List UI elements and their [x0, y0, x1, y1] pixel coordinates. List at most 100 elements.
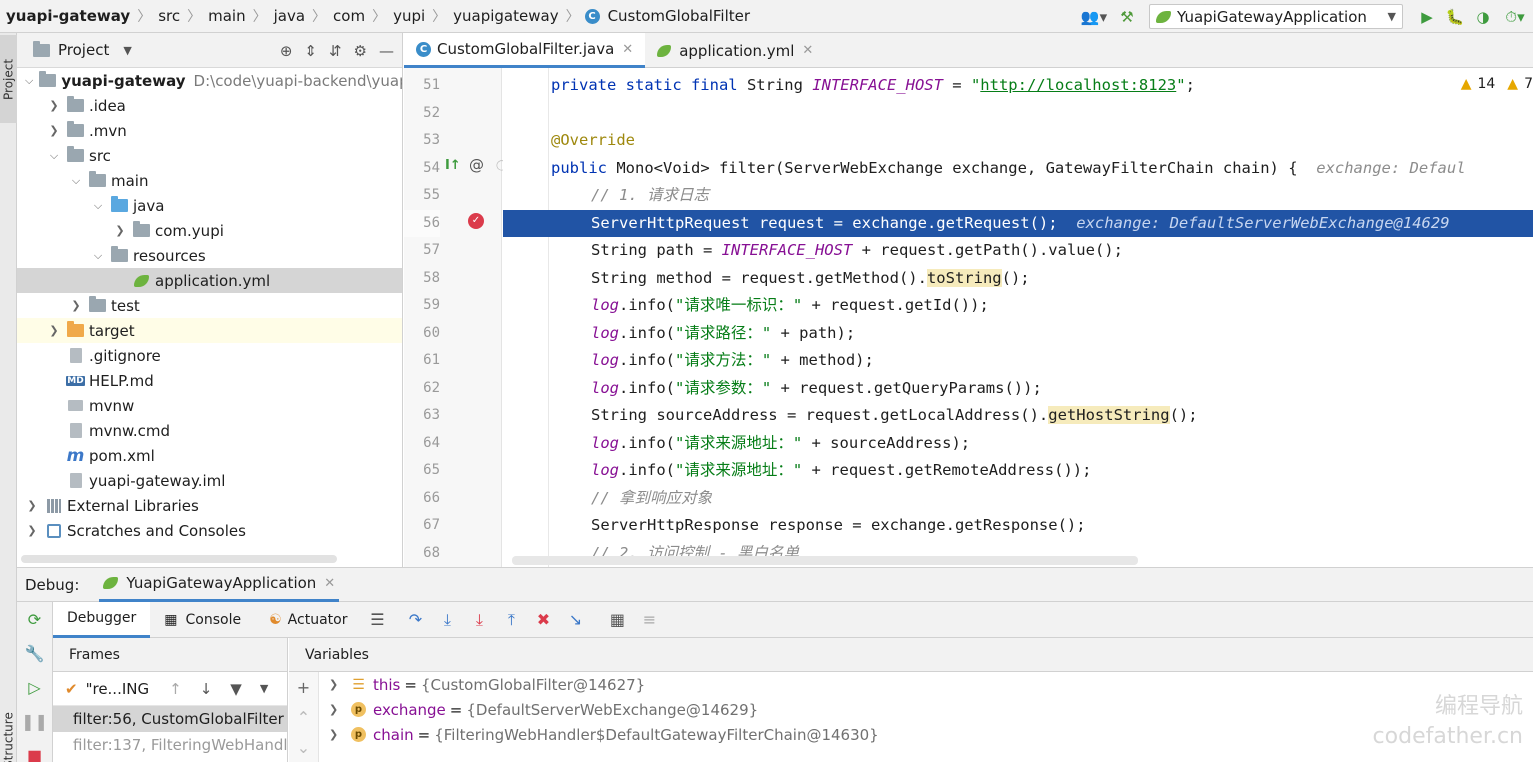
tree-item-application-yml[interactable]: application.yml [17, 268, 402, 293]
add-watch-icon[interactable]: + [289, 672, 318, 702]
chevron-right-icon[interactable]: ❯ [25, 524, 39, 537]
breakpoint-icon[interactable]: ✓ [468, 213, 484, 229]
tree-item-pom[interactable]: m pom.xml [17, 443, 402, 468]
breadcrumb-yuapigateway[interactable]: yuapigateway [451, 7, 560, 25]
chevron-down-icon[interactable]: ▼ [260, 682, 268, 695]
stack-frame[interactable]: filter:137, FilteringWebHandle [53, 732, 287, 758]
breadcrumb-yupi[interactable]: yupi [391, 7, 427, 25]
close-icon[interactable]: ✕ [324, 576, 335, 591]
pause-icon[interactable]: ❚❚ [17, 704, 52, 738]
profile-icon[interactable]: ⏱▾ [1497, 3, 1533, 31]
variable-row[interactable]: ❯ ☰ this = {CustomGlobalFilter@14627} [329, 672, 645, 697]
chevron-right-icon[interactable]: ❯ [47, 124, 61, 137]
tab-console[interactable]: ▦ Console [150, 602, 255, 638]
stop-icon[interactable]: ■ [17, 738, 52, 762]
code-warning-highlight[interactable]: getHostString [1048, 406, 1170, 424]
chevron-right-icon[interactable]: ❯ [113, 224, 127, 237]
chevron-down-icon[interactable]: ⌵ [25, 74, 33, 88]
variable-row[interactable]: ❯ p exchange = {DefaultServerWebExchange… [329, 697, 758, 722]
gear-icon[interactable]: ⚙ [354, 42, 367, 60]
expand-all-icon[interactable]: ⇕ [304, 42, 317, 60]
tree-item-mvnw[interactable]: mvnw [17, 393, 402, 418]
step-out-icon[interactable]: ⤒ [495, 602, 527, 638]
run-icon[interactable]: ▶ [1413, 3, 1441, 31]
arrow-up-icon[interactable]: ↑ [169, 680, 182, 698]
chevron-right-icon[interactable]: ❯ [329, 703, 345, 716]
chevron-down-icon[interactable]: ⌵ [47, 149, 61, 163]
tree-item-java[interactable]: ⌵ java [17, 193, 402, 218]
tab-custom-global-filter[interactable]: C CustomGlobalFilter.java ✕ [404, 33, 646, 68]
chevron-down-icon[interactable]: ▼ [123, 44, 131, 57]
tree-item-help-md[interactable]: MD HELP.md [17, 368, 402, 393]
inspection-widget[interactable]: ▲ 14 ▲ 7 [1456, 76, 1533, 92]
tree-item-gitignore[interactable]: .gitignore [17, 343, 402, 368]
tree-item-scratches[interactable]: ❯ Scratches and Consoles [17, 518, 402, 543]
breadcrumb-com[interactable]: com [331, 7, 367, 25]
tree-item-external-libraries[interactable]: ❯ External Libraries [17, 493, 402, 518]
thread-selector[interactable]: ✔ "re...ING ↑ ↓ ▼ ▼ [53, 672, 287, 706]
tree-item-mvnw-cmd[interactable]: mvnw.cmd [17, 418, 402, 443]
tree-item-root[interactable]: ⌵ yuapi-gateway D:\code\yuapi-backend\yu… [17, 68, 402, 93]
locate-icon[interactable]: ⊕ [280, 42, 293, 60]
tree-item-idea[interactable]: ❯ .idea [17, 93, 402, 118]
tree-item-iml[interactable]: yuapi-gateway.iml [17, 468, 402, 493]
arrow-down-icon[interactable]: ↓ [200, 680, 213, 698]
code-url-link[interactable]: http://localhost:8123 [980, 76, 1176, 94]
breadcrumb-main[interactable]: main [206, 7, 247, 25]
chevron-right-icon[interactable]: ❯ [329, 678, 345, 691]
chevron-right-icon[interactable]: ❯ [47, 99, 61, 112]
build-hammer-icon[interactable]: ⚒ [1113, 3, 1141, 31]
step-into-icon[interactable]: ⤓ [431, 602, 463, 638]
tree-item-target[interactable]: ❯ target [17, 318, 402, 343]
resume-icon[interactable]: ▷ [17, 670, 52, 704]
chevron-down-icon[interactable]: ⌵ [91, 249, 105, 263]
step-over-icon[interactable]: ↷ [399, 602, 431, 638]
project-panel-title[interactable]: Project [58, 41, 109, 59]
hide-icon[interactable]: — [379, 42, 394, 60]
code-warning-highlight[interactable]: toString [926, 268, 1002, 287]
tree-item-main[interactable]: ⌵ main [17, 168, 402, 193]
force-step-into-icon[interactable]: ⤓ [463, 602, 495, 638]
drop-frame-icon[interactable]: ✖ [527, 602, 559, 638]
chevron-right-icon[interactable]: ❯ [69, 299, 83, 312]
scroll-up-icon[interactable]: ⌃ [289, 702, 318, 732]
tab-actuator[interactable]: ☯ Actuator [255, 602, 361, 638]
chevron-right-icon[interactable]: ❯ [25, 499, 39, 512]
tab-application-yml[interactable]: application.yml ✕ [645, 33, 825, 68]
editor-horizontal-scrollbar[interactable] [512, 556, 1138, 565]
rerun-icon[interactable]: ⟳ [17, 602, 52, 636]
run-configuration-select[interactable]: YuapiGatewayApplication ▼ [1149, 4, 1403, 29]
user-icon[interactable]: 👥▾ [1075, 3, 1113, 31]
stack-frame[interactable]: filter:56, CustomGlobalFilter ( [53, 706, 287, 732]
tree-item-src[interactable]: ⌵ src [17, 143, 402, 168]
tree-item-package[interactable]: ❯ com.yupi [17, 218, 402, 243]
horizontal-scrollbar[interactable] [21, 555, 337, 563]
run-to-cursor-icon[interactable]: ↘ [559, 602, 591, 638]
chevron-down-icon[interactable]: ⌵ [69, 174, 83, 188]
tab-debugger[interactable]: Debugger [53, 601, 151, 638]
breadcrumb-class[interactable]: CustomGlobalFilter [606, 7, 752, 25]
coverage-icon[interactable]: ◑ [1469, 3, 1497, 31]
tree-item-test[interactable]: ❯ test [17, 293, 402, 318]
collapse-all-icon[interactable]: ⇵ [329, 42, 342, 60]
debug-icon[interactable]: 🐛 [1441, 3, 1469, 31]
implementing-method-icon[interactable]: I↑ [445, 158, 461, 173]
editor-gutter[interactable]: 51 52 53 54 55 56 57 58 59 60 61 62 63 6… [404, 68, 507, 567]
filter-icon[interactable]: ▼ [230, 680, 242, 698]
annotation-icon[interactable]: @ [469, 156, 484, 174]
chevron-down-icon[interactable]: ⌵ [91, 199, 105, 213]
trace-icon[interactable]: ≡ [633, 602, 665, 638]
tree-item-mvn[interactable]: ❯ .mvn [17, 118, 402, 143]
debug-session-tab[interactable]: YuapiGatewayApplication ✕ [99, 567, 340, 602]
close-icon[interactable]: ✕ [802, 43, 813, 58]
scroll-down-icon[interactable]: ⌄ [289, 732, 318, 762]
close-icon[interactable]: ✕ [622, 42, 633, 57]
breadcrumb-src[interactable]: src [156, 7, 182, 25]
code-editor[interactable]: private static final String INTERFACE_HO… [503, 68, 1533, 567]
menu-icon[interactable]: ☰ [361, 602, 393, 638]
chevron-right-icon[interactable]: ❯ [329, 728, 345, 741]
tree-item-resources[interactable]: ⌵ resources [17, 243, 402, 268]
variable-row[interactable]: ❯ p chain = {FilteringWebHandler$Default… [329, 722, 879, 747]
structure-tool-tab[interactable]: Structure [0, 705, 17, 762]
wrench-icon[interactable]: 🔧 [17, 636, 52, 670]
